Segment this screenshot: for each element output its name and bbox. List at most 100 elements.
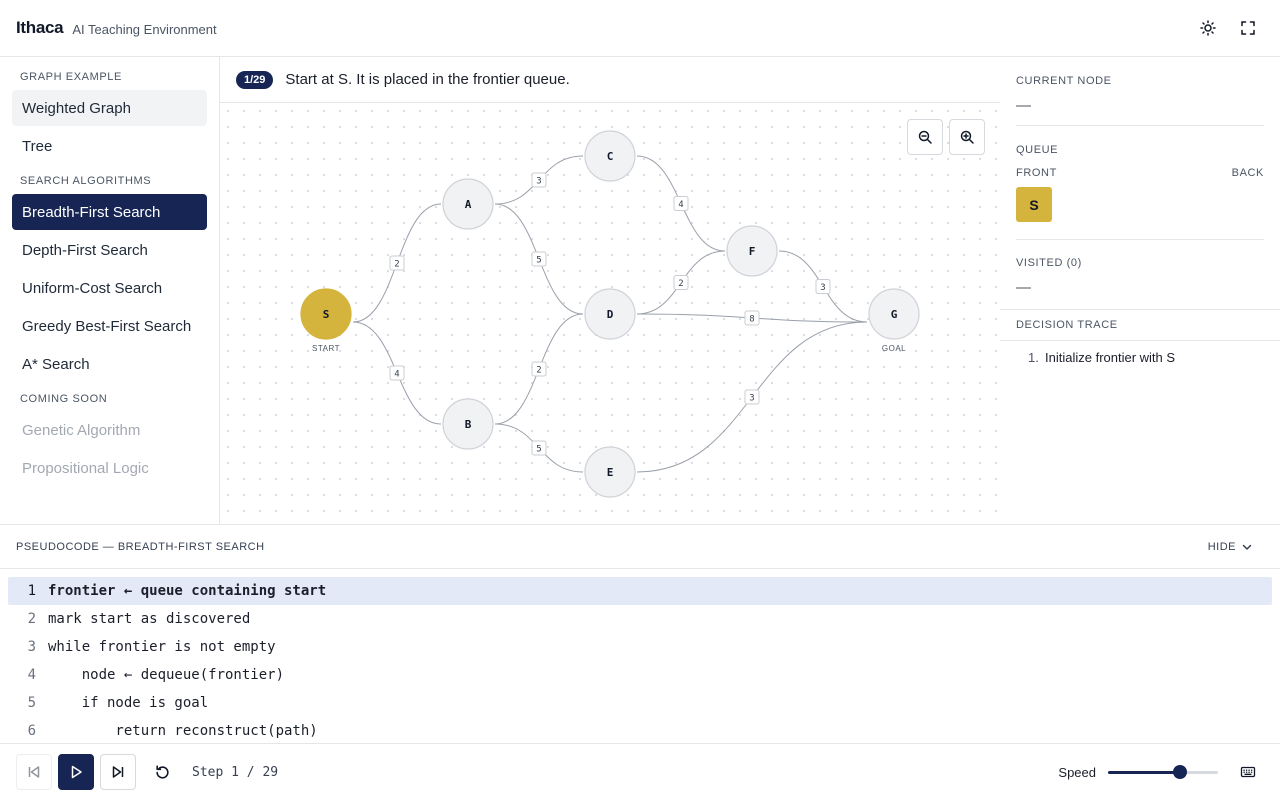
current-node-label: CURRENT NODE: [1016, 75, 1112, 87]
svg-text:B: B: [465, 418, 472, 431]
svg-text:S: S: [323, 308, 330, 321]
node-sublabel-G: GOAL: [882, 344, 906, 353]
theme-toggle-button[interactable]: [1192, 12, 1224, 44]
line-text: frontier ← queue containing start: [48, 583, 327, 599]
svg-text:3: 3: [536, 177, 541, 187]
sidebar-section-graph: GRAPH EXAMPLE: [20, 71, 122, 83]
graph-canvas[interactable]: 2 4 3 5 2 5 4 2 8 3 3 S START A B C D E F G GOAL: [220, 103, 1000, 524]
hide-pseudocode-button[interactable]: HIDE: [1208, 540, 1264, 554]
speed-slider[interactable]: [1108, 765, 1218, 779]
hide-label: HIDE: [1207, 540, 1236, 553]
code-line: 4 node ← dequeue(frontier): [8, 661, 1272, 689]
play-button[interactable]: [58, 754, 94, 790]
svg-text:3: 3: [820, 283, 825, 293]
visited-value: —: [1016, 279, 1031, 296]
sidebar-item-greedy[interactable]: Greedy Best-First Search: [12, 308, 207, 344]
svg-text:8: 8: [749, 315, 754, 325]
svg-text:D: D: [607, 308, 614, 321]
sidebar-item-astar[interactable]: A* Search: [12, 346, 207, 382]
main-area: 1/29 Start at S. It is placed in the fro…: [220, 57, 1000, 524]
sidebar-item-genetic: Genetic Algorithm: [22, 421, 141, 439]
sidebar-section-coming-soon: COMING SOON: [20, 393, 108, 405]
visited-label: VISITED (0): [1016, 257, 1082, 269]
graph-svg: 2 4 3 5 2 5 4 2 8 3 3 S START A B C D E F G GOAL: [300, 130, 920, 498]
edge-weight-D-F: 2: [673, 275, 689, 290]
sidebar-item-logic: Propositional Logic: [22, 459, 149, 477]
graph-node-E[interactable]: E: [584, 446, 636, 498]
line-text: while frontier is not empty: [48, 639, 276, 655]
graph-node-C[interactable]: C: [584, 130, 636, 182]
edge-weight-B-D: 2: [531, 361, 547, 377]
step-badge: 1/29: [236, 70, 274, 89]
graph-node-B[interactable]: B: [442, 398, 494, 450]
line-number: 2: [27, 611, 36, 627]
svg-text:4: 4: [678, 200, 683, 210]
reset-button[interactable]: [146, 754, 178, 790]
sidebar-item-dfs[interactable]: Depth-First Search: [12, 232, 207, 268]
line-number: 3: [27, 639, 36, 655]
graph-node-G[interactable]: G GOAL: [868, 288, 920, 353]
app-title: Ithaca: [16, 18, 64, 37]
zoom-in-button[interactable]: [949, 119, 985, 155]
svg-text:C: C: [607, 150, 614, 163]
line-number: 5: [27, 695, 36, 711]
trace-item-number: 1.: [1028, 350, 1039, 365]
edge-weight-A-D: 5: [531, 251, 547, 267]
next-step-button[interactable]: [100, 754, 136, 790]
playback-bar: Step 1 / 29 Speed: [0, 743, 1280, 800]
edge-weight-S-A: 2: [389, 255, 405, 271]
skip-back-icon: [28, 766, 40, 778]
svg-text:3: 3: [749, 394, 754, 404]
app-subtitle: AI Teaching Environment: [72, 21, 217, 37]
graph-node-D[interactable]: D: [584, 288, 636, 340]
zoom-in-icon: [960, 130, 974, 144]
current-node-value: —: [1016, 97, 1031, 114]
play-icon: [71, 765, 82, 779]
fullscreen-icon: [1241, 21, 1255, 35]
sidebar-item-weighted-graph[interactable]: Weighted Graph: [12, 90, 207, 126]
line-number: 1: [27, 583, 36, 599]
fullscreen-button[interactable]: [1232, 12, 1264, 44]
edge-weight-F-G: 3: [815, 279, 831, 294]
app-header: Ithaca AI Teaching Environment: [0, 0, 1280, 57]
edge-weight-A-C: 3: [531, 172, 547, 188]
keyboard-shortcuts-button[interactable]: [1232, 756, 1264, 788]
zoom-out-icon: [918, 130, 932, 144]
code-line: 3 while frontier is not empty: [8, 633, 1272, 661]
svg-text:4: 4: [394, 370, 399, 380]
sidebar-item-bfs[interactable]: Breadth-First Search: [12, 194, 207, 230]
state-panel: CURRENT NODE — QUEUE FRONT BACK S VISITE…: [1000, 57, 1280, 524]
keyboard-icon: [1240, 766, 1256, 778]
line-text: node ← dequeue(frontier): [48, 667, 285, 683]
decision-trace-header: DECISION TRACE: [1000, 309, 1280, 341]
queue-label: QUEUE: [1016, 144, 1059, 156]
queue-front-label: FRONT: [1016, 167, 1057, 179]
line-text: return reconstruct(path): [48, 723, 318, 739]
line-text: if node is goal: [48, 695, 209, 711]
graph-node-F[interactable]: F: [726, 225, 778, 277]
svg-text:F: F: [749, 245, 756, 258]
svg-text:2: 2: [678, 279, 683, 289]
graph-node-S[interactable]: S START: [300, 288, 352, 353]
graph-node-A[interactable]: A: [442, 178, 494, 230]
queue-item: S: [1016, 187, 1052, 222]
sidebar-item-ucs[interactable]: Uniform-Cost Search: [12, 270, 207, 306]
line-number: 4: [27, 667, 36, 683]
code-line: 5 if node is goal: [8, 689, 1272, 717]
step-message: Start at S. It is placed in the frontier…: [285, 71, 570, 88]
line-text: mark start as discovered: [48, 611, 251, 627]
sidebar-section-search: SEARCH ALGORITHMS: [20, 175, 152, 187]
svg-text:5: 5: [536, 445, 541, 455]
code-line: 6 return reconstruct(path): [8, 717, 1272, 745]
sidebar-item-tree[interactable]: Tree: [12, 128, 207, 164]
trace-item: 1. Initialize frontier with S: [1000, 350, 1280, 365]
node-sublabel-S: START: [312, 344, 340, 353]
pseudocode-lines: 1 frontier ← queue containing start 2 mark…: [0, 569, 1280, 745]
svg-text:2: 2: [394, 260, 399, 270]
chevron-down-icon: [1242, 544, 1252, 550]
svg-text:A: A: [465, 198, 472, 211]
edge-weight-C-F: 4: [673, 196, 689, 211]
zoom-out-button[interactable]: [907, 119, 943, 155]
first-step-button[interactable]: [16, 754, 52, 790]
speed-slider-thumb[interactable]: [1172, 765, 1187, 779]
